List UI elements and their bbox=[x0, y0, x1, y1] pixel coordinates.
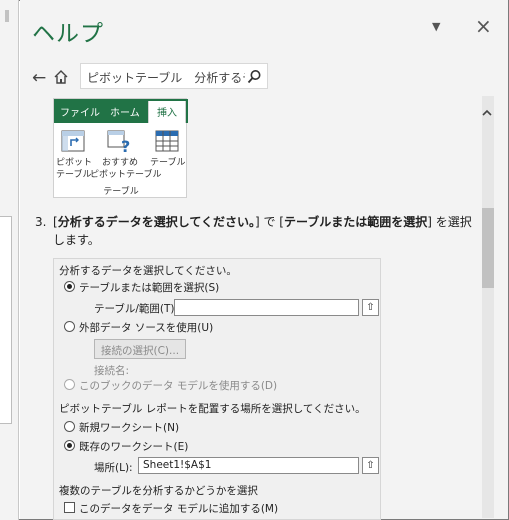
scroll-up-icon[interactable] bbox=[479, 105, 495, 121]
recommended-pivot-label: おすすめ ピボットテーブル bbox=[90, 158, 162, 180]
search-value: ピボットテーブル 分析するデ bbox=[87, 71, 245, 85]
location-label: 場所(L): bbox=[94, 462, 133, 474]
radio-existing-sheet bbox=[64, 440, 75, 451]
radio-table-range-label: テーブルまたは範囲を選択(S) bbox=[79, 282, 220, 294]
table-range-field bbox=[174, 299, 359, 316]
dialog-section-data: 分析するデータを選択してください。 bbox=[59, 265, 237, 277]
table-range-collapse-icon: ⇧ bbox=[362, 299, 379, 316]
worksheet-edge bbox=[0, 0, 19, 520]
pivot-table-label: ピボット テーブル bbox=[56, 158, 93, 180]
scrollbar-track[interactable] bbox=[482, 96, 494, 518]
dialog-section-multi-table: 複数のテーブルを分析するかどうかを選択 bbox=[59, 485, 258, 497]
table-range-label: テーブル/範囲(T): bbox=[94, 303, 179, 315]
radio-data-model-label: このブックのデータ モデルを使用する(D) bbox=[79, 380, 278, 392]
table-icon bbox=[155, 130, 179, 152]
dialog-section-location: ピボットテーブル レポートを配置する場所を選択してください。 bbox=[59, 403, 366, 415]
connection-name-label: 接続名: bbox=[94, 365, 130, 377]
radio-new-sheet-label: 新規ワークシート(N) bbox=[79, 422, 180, 434]
search-icon[interactable] bbox=[247, 69, 262, 84]
ribbon-tab-home: ホーム bbox=[110, 108, 140, 119]
worksheet-area[interactable] bbox=[0, 216, 12, 424]
checkbox-add-to-model-label: このデータをデータ モデルに追加する(M) bbox=[79, 503, 279, 515]
ribbon-group-label: テーブル bbox=[103, 187, 139, 197]
radio-external-source bbox=[64, 321, 75, 332]
location-field: Sheet1!$A$1 bbox=[138, 457, 359, 474]
radio-data-model bbox=[64, 379, 75, 390]
step-text: [分析するデータを選択してください。] で [テーブルまたは範囲を選択] を選択… bbox=[53, 215, 472, 247]
choose-connection-button: 接続の選択(C)... bbox=[94, 339, 187, 359]
help-pane: ヘルプ ▼ × ← ピボットテーブル 分析するデ ファイル ホーム 挿入 ピボッ… bbox=[20, 0, 508, 520]
pane-title: ヘルプ bbox=[32, 21, 104, 47]
radio-table-range bbox=[64, 281, 75, 292]
ribbon-image: ファイル ホーム 挿入 ピボット テーブル ? おすすめ ピボットテーブル テー… bbox=[53, 98, 188, 198]
create-pivot-dialog-image: 分析するデータを選択してください。 テーブルまたは範囲を選択(S) テーブル/範… bbox=[53, 258, 381, 520]
recommended-pivot-icon: ? bbox=[107, 130, 130, 153]
checkbox-add-to-model bbox=[64, 502, 75, 513]
home-icon[interactable] bbox=[53, 69, 69, 85]
ribbon-tabs: ファイル ホーム 挿入 bbox=[54, 99, 188, 123]
step-number: 3. bbox=[35, 215, 47, 229]
ribbon-tab-insert: 挿入 bbox=[148, 101, 186, 123]
table-label: テーブル bbox=[150, 158, 186, 168]
search-input[interactable]: ピボットテーブル 分析するデ bbox=[80, 63, 268, 89]
location-collapse-icon: ⇧ bbox=[362, 457, 379, 474]
radio-new-sheet bbox=[64, 421, 75, 432]
radio-external-source-label: 外部データ ソースを使用(U) bbox=[79, 322, 214, 334]
ribbon-tab-file: ファイル bbox=[60, 108, 100, 119]
back-arrow-icon[interactable]: ← bbox=[32, 68, 46, 88]
caret-down-icon[interactable]: ▼ bbox=[432, 20, 440, 33]
splitter-grip[interactable] bbox=[5, 10, 9, 22]
scrollbar-thumb[interactable] bbox=[482, 208, 494, 288]
pivot-table-icon bbox=[61, 130, 85, 152]
svg-text:?: ? bbox=[121, 137, 130, 153]
radio-existing-sheet-label: 既存のワークシート(E) bbox=[79, 441, 189, 453]
close-icon[interactable]: × bbox=[475, 14, 492, 38]
